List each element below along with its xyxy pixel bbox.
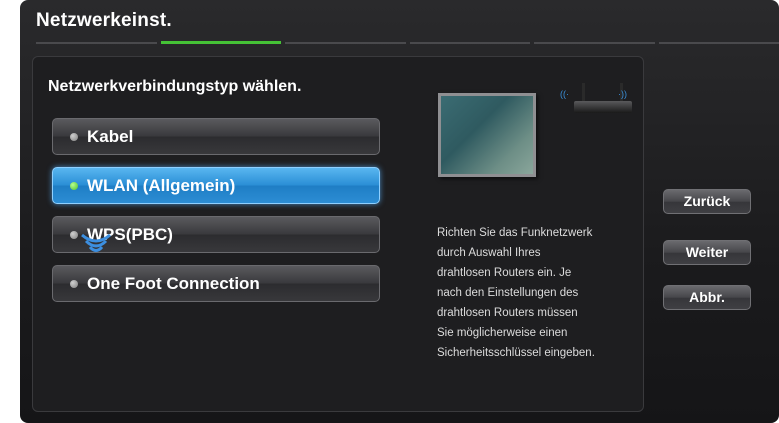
help-line: durch Auswahl Ihres	[437, 247, 541, 259]
help-line: Sicherheitsschlüssel eingeben.	[437, 347, 595, 359]
wifi-signal-icon	[81, 233, 111, 252]
radio-dot-icon	[70, 133, 78, 141]
dialog-title: Netzwerkeinst.	[36, 10, 172, 31]
signal-left-icon: ((·	[560, 89, 569, 99]
step-3	[285, 42, 406, 44]
illustration: ((· ·))	[438, 79, 638, 214]
option-kabel[interactable]: Kabel	[52, 118, 380, 155]
content-panel: Netzwerkverbindungstyp wählen. Kabel WLA…	[32, 56, 644, 412]
tv-icon	[438, 93, 536, 177]
step-4	[409, 42, 530, 44]
help-line: drahtlosen Routers ein. Je	[437, 267, 572, 279]
radio-dot-icon	[70, 280, 78, 288]
network-settings-dialog: Netzwerkeinst. Netzwerkverbindungstyp wä…	[20, 0, 779, 423]
step-6	[658, 42, 779, 44]
signal-right-icon: ·))	[618, 89, 627, 99]
option-label: Kabel	[87, 127, 134, 146]
help-line: drahtlosen Routers müssen	[437, 307, 578, 319]
section-title: Netzwerkverbindungstyp wählen.	[48, 78, 302, 95]
next-button[interactable]: Weiter	[663, 240, 751, 265]
router-icon	[568, 79, 638, 124]
cancel-button[interactable]: Abbr.	[663, 285, 751, 310]
radio-dot-icon	[70, 182, 78, 190]
help-text: Richten Sie das Funknetzwerk durch Auswa…	[437, 223, 637, 363]
option-label: WLAN (Allgemein)	[87, 176, 236, 195]
option-wlan[interactable]: WLAN (Allgemein)	[52, 167, 380, 204]
option-one-foot[interactable]: One Foot Connection	[52, 265, 380, 302]
step-2-active	[160, 41, 281, 44]
option-label: One Foot Connection	[87, 274, 260, 293]
help-line: Richten Sie das Funknetzwerk	[437, 227, 593, 239]
step-5	[534, 42, 655, 44]
back-button[interactable]: Zurück	[663, 189, 751, 214]
help-line: Sie möglicherweise einen	[437, 327, 568, 339]
step-1	[36, 42, 157, 44]
help-line: nach den Einstellungen des	[437, 287, 579, 299]
radio-dot-icon	[70, 231, 78, 239]
step-progress	[36, 41, 779, 45]
